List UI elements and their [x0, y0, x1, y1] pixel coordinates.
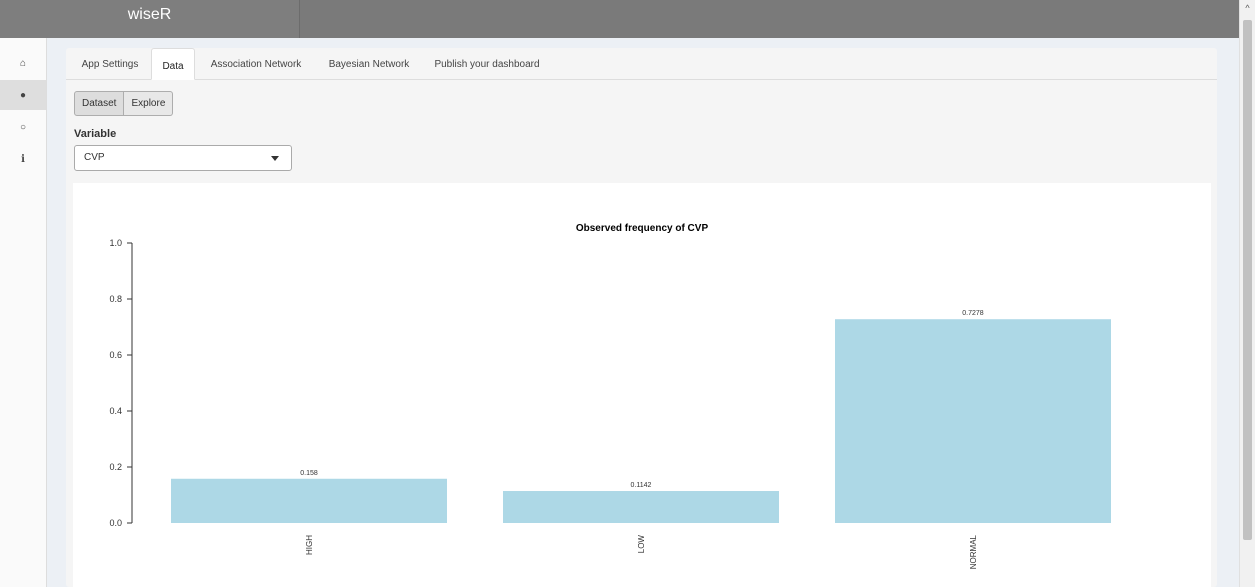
bar-chart: Observed frequency of CVP 0.0 0.2 0.4 0.6 0.8… [109, 223, 1111, 569]
tab-association-network[interactable]: Association Network [202, 52, 310, 78]
y-tick-label: 0.0 [109, 518, 122, 528]
tab-publish-dashboard[interactable]: Publish your dashboard [428, 52, 546, 78]
data-label: 0.1142 [631, 482, 652, 489]
dataset-button[interactable]: Dataset [74, 91, 125, 116]
chevron-up-icon[interactable]: ^ [1240, 0, 1255, 16]
chart-title: Observed frequency of CVP [576, 223, 709, 234]
x-tick-label: LOW [637, 535, 646, 554]
tab-bayesian-network[interactable]: Bayesian Network [321, 52, 417, 78]
chevron-down-icon [271, 156, 279, 161]
y-tick-label: 0.4 [109, 406, 122, 416]
bar-low [503, 491, 779, 523]
variable-label: Variable [74, 128, 117, 140]
frequency-plot: Observed frequency of CVP 0.0 0.2 0.4 0.6 0.8… [73, 183, 1211, 587]
sidebar: ⌂ ● ○ i [0, 38, 47, 587]
sidebar-item-github[interactable]: ○ [0, 112, 46, 142]
data-view-toggle: Dataset Explore [74, 91, 174, 116]
tab-app-settings[interactable]: App Settings [70, 52, 150, 78]
variable-select-value: CVP [84, 152, 105, 163]
scrollbar-thumb[interactable] [1243, 20, 1252, 540]
y-tick-label: 1.0 [109, 238, 122, 248]
data-label: 0.7278 [962, 310, 984, 317]
sidebar-item-home[interactable]: ⌂ [0, 48, 46, 78]
y-tick-label: 0.8 [109, 294, 122, 304]
page-scrollbar[interactable]: ^ [1239, 0, 1255, 587]
tab-panel: App Settings Data Association Network Ba… [66, 48, 1217, 587]
app-title: wiseR [0, 0, 300, 38]
explore-button[interactable]: Explore [124, 91, 174, 116]
tab-bar: App Settings Data Association Network Ba… [66, 48, 1217, 80]
y-tick-label: 0.2 [109, 462, 122, 472]
info-icon: i [21, 153, 25, 165]
x-tick-label: NORMAL [969, 534, 978, 569]
github-icon: ○ [19, 121, 27, 133]
top-navbar: wiseR [0, 0, 1240, 38]
home-icon: ⌂ [19, 57, 27, 69]
globe-icon: ● [19, 89, 27, 101]
data-label: 0.158 [300, 470, 318, 477]
bar-normal [835, 319, 1111, 523]
sidebar-item-info[interactable]: i [0, 144, 46, 174]
sidebar-item-globe[interactable]: ● [0, 80, 46, 110]
y-tick-label: 0.6 [109, 350, 122, 360]
variable-select[interactable]: CVP [74, 145, 292, 171]
bar-high [171, 478, 447, 523]
x-tick-label: HIGH [305, 535, 314, 555]
tab-data[interactable]: Data [151, 48, 195, 80]
